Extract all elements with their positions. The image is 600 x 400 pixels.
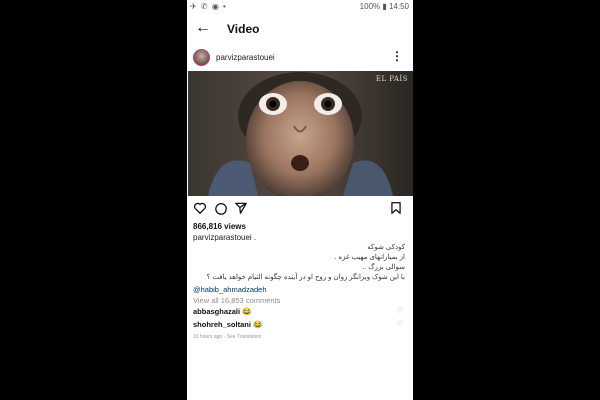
caption-line: سوالی بزرگ .. (362, 264, 405, 271)
bookmark-icon[interactable] (389, 201, 403, 215)
header: ← Video (187, 13, 413, 45)
caption-text: کودکی شوکه از بمبارانهای مهیب غزه . سوال… (205, 243, 405, 283)
caption-line: با این شوک ویرانگر روان و روح او در آیند… (206, 274, 405, 281)
mention-link[interactable]: @habib_ahmadzadeh (193, 285, 267, 294)
caption-line: کودکی شوکه (367, 244, 405, 251)
comment-like-heart-icon[interactable]: ♡ (397, 307, 403, 315)
caption-username[interactable]: parvizparastouei . (193, 233, 256, 242)
notification-icons: ✈ ✆ ◉ • (190, 2, 227, 11)
page-title: Video (227, 22, 260, 36)
view-all-comments-link[interactable]: View all 16,853 comments (193, 296, 280, 305)
video-frame (188, 71, 413, 196)
status-right: 100% ▮ 14:50 (359, 2, 409, 11)
avatar[interactable] (193, 49, 210, 66)
comment-text: 😂 (242, 307, 252, 316)
action-bar (187, 201, 413, 219)
comment-icon[interactable] (214, 201, 228, 215)
more-options-icon[interactable]: ⋮ (391, 50, 403, 62)
video-watermark: EL PAÍS (375, 75, 408, 83)
view-count[interactable]: 866,816 views (193, 222, 246, 231)
arrow-left-icon[interactable]: ← (195, 20, 211, 36)
heart-icon[interactable] (193, 201, 207, 215)
comment-username[interactable]: abbasghazali (193, 307, 240, 316)
caption-line: از بمبارانهای مهیب غزه . (334, 254, 405, 261)
video-player[interactable]: EL PAÍS (188, 71, 413, 196)
status-bar: ✈ ✆ ◉ • 100% ▮ 14:50 (187, 0, 413, 13)
post-username[interactable]: parvizparastouei (216, 53, 275, 62)
comment-username[interactable]: shohreh_soltani (193, 320, 251, 329)
post-timestamp[interactable]: 16 hours ago · See Translation (193, 334, 261, 340)
comment-row: shohreh_soltani 😂 (193, 320, 262, 329)
paper-plane-icon[interactable] (234, 201, 248, 215)
comment-text: 😂 (253, 320, 263, 329)
phone-screen: ✈ ✆ ◉ • 100% ▮ 14:50 ← Video parvizparas… (187, 0, 413, 400)
comment-row: abbasghazali 😂 (193, 307, 252, 316)
comment-like-heart-icon[interactable]: ♡ (397, 320, 403, 328)
